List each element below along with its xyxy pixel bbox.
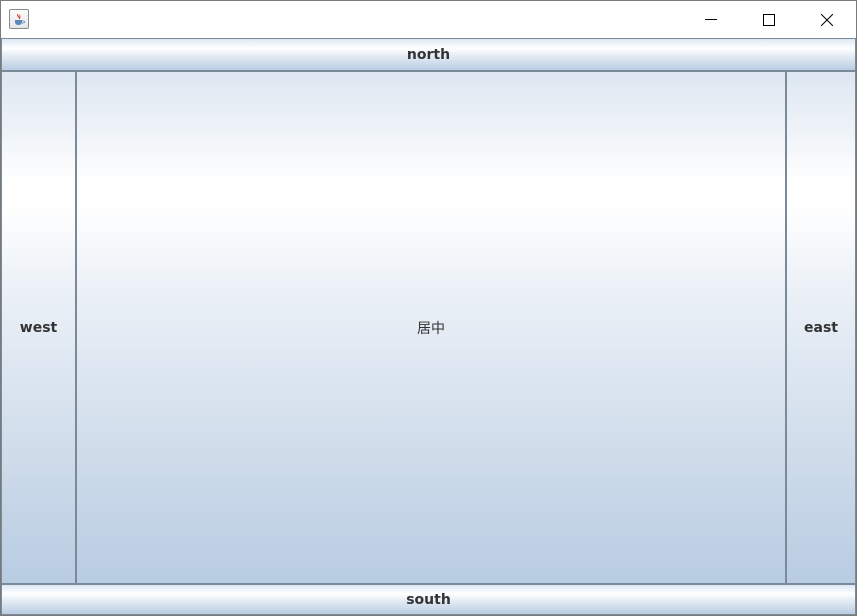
south-button-label: south bbox=[406, 591, 451, 608]
center-button-label: 居中 bbox=[417, 320, 445, 337]
east-button[interactable]: east bbox=[786, 71, 856, 584]
west-button-label: west bbox=[19, 319, 58, 336]
center-button[interactable]: 居中 bbox=[76, 71, 786, 584]
south-button[interactable]: south bbox=[1, 584, 856, 615]
north-button-label: north bbox=[406, 46, 451, 63]
minimize-button[interactable] bbox=[682, 1, 740, 38]
application-window: north west 居中 east south bbox=[0, 0, 857, 616]
east-button-label: east bbox=[804, 319, 838, 336]
maximize-icon bbox=[763, 14, 775, 26]
java-cup-icon[interactable] bbox=[9, 9, 29, 29]
west-button[interactable]: west bbox=[1, 71, 76, 584]
maximize-button[interactable] bbox=[740, 1, 798, 38]
minimize-icon bbox=[705, 19, 717, 20]
border-layout-panel: north west 居中 east south bbox=[1, 38, 856, 615]
title-bar[interactable] bbox=[1, 1, 856, 38]
close-button[interactable] bbox=[798, 1, 856, 38]
north-button[interactable]: north bbox=[1, 38, 856, 71]
close-icon bbox=[821, 14, 833, 26]
